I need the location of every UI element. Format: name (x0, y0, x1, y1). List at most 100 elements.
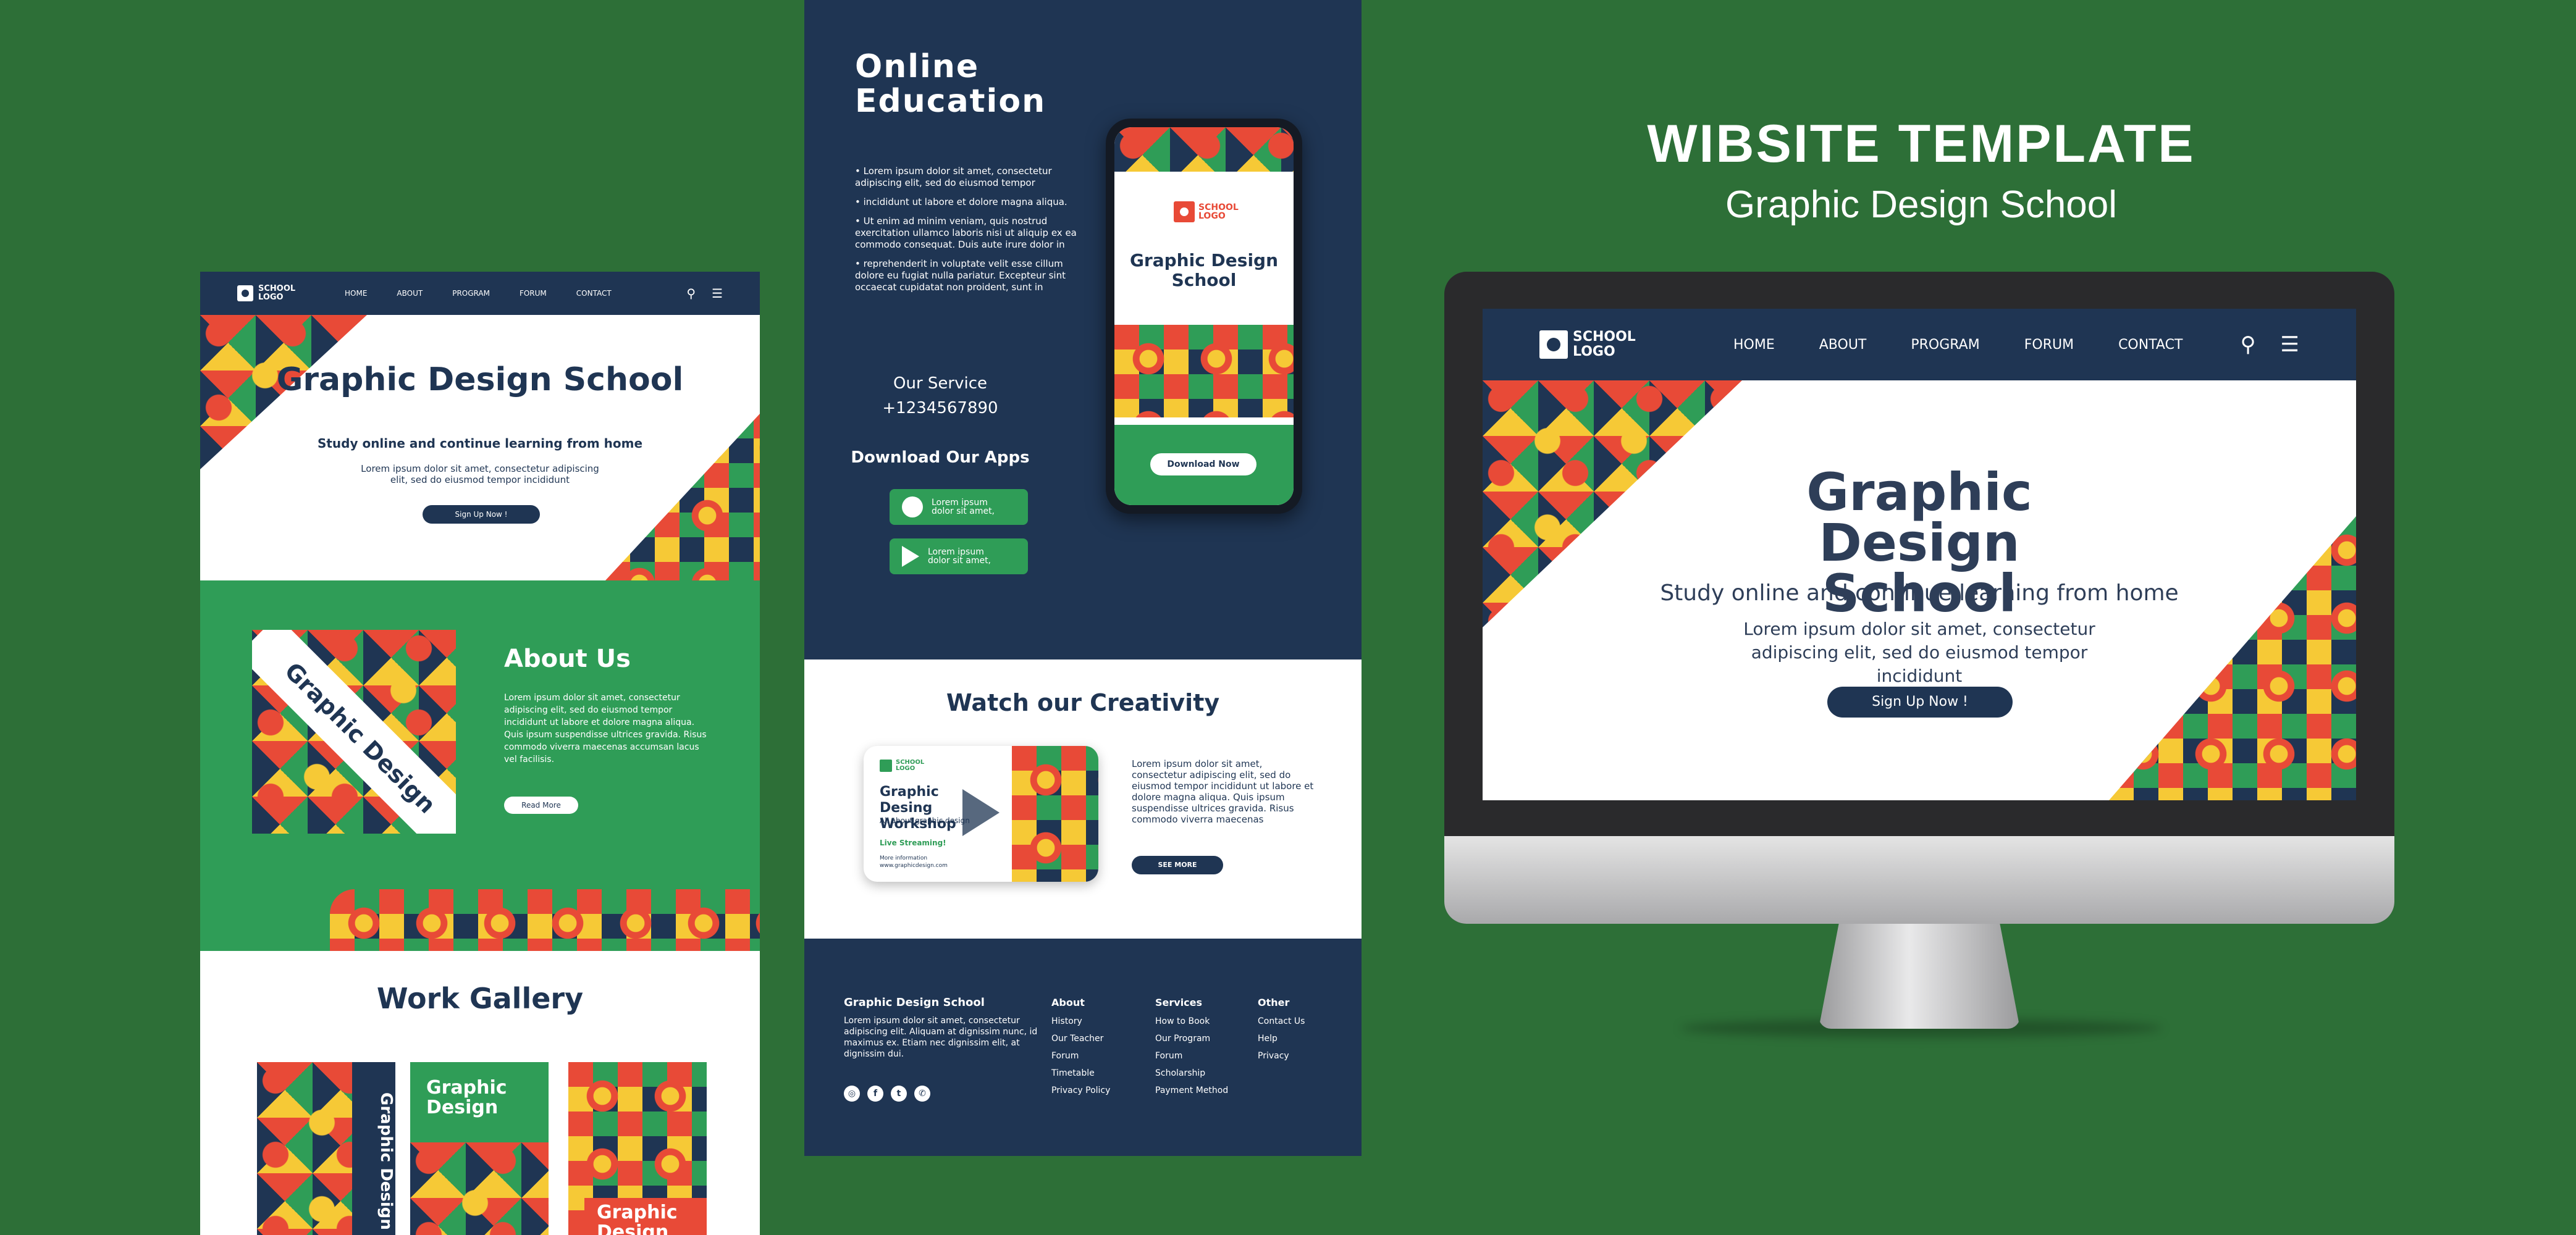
video-logo-text: SCHOOL LOGO (896, 759, 925, 772)
footer-brand-text: Lorem ipsum dolor sit amet, consectetur … (844, 1016, 1038, 1059)
footer-services-title: Services (1155, 997, 1203, 1008)
nav-home[interactable]: HOME (345, 289, 367, 298)
app-button-1-text: Lorem ipsum dolor sit amet, (932, 498, 995, 516)
logo-text: SCHOOL LOGO (258, 284, 296, 302)
gallery-title: Work Gallery (376, 982, 584, 1015)
phone-top-pattern (1114, 127, 1294, 172)
footer-services-column: Services How to Book Our Program Forum S… (1155, 995, 1228, 1099)
desktop-nav-home[interactable]: HOME (1733, 337, 1775, 353)
footer-link[interactable]: Privacy (1258, 1047, 1305, 1065)
gallery-card-2[interactable]: Graphic Design (410, 1062, 549, 1235)
footer: Graphic Design School Lorem ipsum dolor … (804, 939, 1362, 1156)
phone-logo-text: SCHOOL LOGO (1198, 203, 1239, 221)
gallery-card-1[interactable]: Graphic Design (257, 1062, 395, 1235)
online-bullets: • Lorem ipsum dolor sit amet, consectetu… (855, 165, 1079, 301)
social-icons: ◎ f t ✆ (844, 1086, 930, 1102)
desktop-nav-about[interactable]: ABOUT (1819, 337, 1867, 353)
footer-link[interactable]: Payment Method (1155, 1082, 1228, 1099)
download-apps-label: Download Our Apps (851, 448, 1030, 467)
search-icon[interactable]: ⚲ (2241, 332, 2256, 357)
template-heading: WIBSITE TEMPLATE (1647, 114, 2195, 174)
left-hero: Graphic Design School Study online and c… (200, 315, 760, 580)
footer-link[interactable]: Help (1258, 1030, 1305, 1047)
phone-logo: SCHOOL LOGO (1174, 201, 1239, 222)
bullet-1: • Lorem ipsum dolor sit amet, consectetu… (855, 165, 1052, 188)
instagram-icon[interactable]: ◎ (844, 1086, 860, 1102)
footer-other-column: Other Contact Us Help Privacy (1258, 995, 1305, 1065)
desktop-school-logo[interactable]: SCHOOL LOGO (1539, 330, 1641, 359)
desktop-hero-lorem: Lorem ipsum dolor sit amet, consectetur … (1743, 619, 2095, 686)
download-now-button[interactable]: Download Now (1150, 453, 1256, 475)
desktop-monitor: SCHOOL LOGO HOME ABOUT PROGRAM FORUM CON… (1444, 272, 2394, 924)
footer-about-column: About History Our Teacher Forum Timetabl… (1051, 995, 1110, 1099)
desktop-nav-icons: ⚲ ☰ (2241, 332, 2299, 357)
desktop-nav-forum[interactable]: FORUM (2024, 337, 2074, 353)
footer-link[interactable]: Forum (1155, 1047, 1228, 1065)
bullet-3: • Ut enim ad minim veniam, quis nostrud … (855, 216, 1077, 250)
hero-lorem: Lorem ipsum dolor sit amet, consectetur … (361, 463, 599, 485)
nav-program[interactable]: PROGRAM (452, 289, 490, 298)
gallery-card-3[interactable]: Graphic Design (568, 1062, 707, 1235)
apple-store-icon (902, 496, 923, 517)
desktop-nav-contact[interactable]: CONTACT (2118, 337, 2182, 353)
monitor-chin (1444, 836, 2394, 924)
footer-link[interactable]: Our Program (1155, 1030, 1228, 1047)
twitter-icon[interactable]: t (891, 1086, 907, 1102)
phone-title: Graphic Design School (1129, 250, 1279, 290)
left-nav-icons: ⚲ ☰ (686, 286, 723, 301)
desktop-sign-up-button[interactable]: Sign Up Now ! (1827, 687, 2013, 718)
gallery-card-2-pattern (410, 1142, 549, 1235)
app-store-button[interactable]: Lorem ipsum dolor sit amet, (890, 489, 1028, 525)
footer-link[interactable]: Forum (1051, 1047, 1110, 1065)
read-more-button[interactable]: Read More (504, 797, 578, 814)
hamburger-menu-icon[interactable]: ☰ (2281, 332, 2299, 357)
about-text: Lorem ipsum dolor sit amet, consectetur … (504, 693, 707, 764)
online-education-title: Online Education (855, 48, 1046, 120)
footer-link[interactable]: Timetable (1051, 1065, 1110, 1082)
gallery-card-1-label: Graphic Design (352, 1062, 395, 1235)
school-logo[interactable]: SCHOOL LOGO (237, 285, 301, 302)
footer-about-title: About (1051, 997, 1085, 1008)
left-navbar: SCHOOL LOGO HOME ABOUT PROGRAM FORUM CON… (200, 272, 760, 315)
footer-link[interactable]: Our Teacher (1051, 1030, 1110, 1047)
about-title: About Us (504, 645, 631, 673)
see-more-button[interactable]: SEE MORE (1132, 856, 1223, 874)
hamburger-menu-icon[interactable]: ☰ (712, 286, 723, 301)
creativity-title: Watch our Creativity (946, 689, 1220, 716)
facebook-icon[interactable]: f (867, 1086, 883, 1102)
whatsapp-icon[interactable]: ✆ (914, 1086, 930, 1102)
footer-link[interactable]: How to Book (1155, 1013, 1228, 1030)
desktop-navbar: SCHOOL LOGO HOME ABOUT PROGRAM FORUM CON… (1483, 309, 2356, 380)
service-label: Our Service (893, 374, 987, 393)
footer-link[interactable]: History (1051, 1013, 1110, 1030)
footer-link[interactable]: Contact Us (1258, 1013, 1305, 1030)
online-education-title-text: Online Education (855, 48, 1046, 120)
nav-about[interactable]: ABOUT (397, 289, 423, 298)
service-phone[interactable]: +1234567890 (829, 399, 1051, 417)
monitor-screen: SCHOOL LOGO HOME ABOUT PROGRAM FORUM CON… (1483, 309, 2356, 800)
about-pattern-strip (330, 889, 760, 951)
nav-forum[interactable]: FORUM (520, 289, 547, 298)
desktop-nav-menu: HOME ABOUT PROGRAM FORUM CONTACT (1733, 337, 2182, 353)
desktop-nav-program[interactable]: PROGRAM (1911, 337, 1979, 353)
gallery-section: Work Gallery Graphic Design Graphic Desi… (200, 951, 760, 1235)
video-logo-icon (880, 760, 892, 772)
phone-pattern (1114, 325, 1294, 417)
app-button-2-text: Lorem ipsum dolor sit amet, (928, 547, 991, 566)
search-icon[interactable]: ⚲ (686, 286, 696, 301)
gallery-card-2-label: Graphic Design (426, 1077, 507, 1118)
video-card-pattern (1012, 746, 1098, 882)
play-icon[interactable] (962, 789, 1000, 836)
nav-contact[interactable]: CONTACT (576, 289, 612, 298)
video-subtitle: All about graphic design (880, 816, 970, 825)
left-nav-menu: HOME ABOUT PROGRAM FORUM CONTACT (345, 289, 612, 298)
footer-link[interactable]: Privacy Policy (1051, 1082, 1110, 1099)
footer-link[interactable]: Scholarship (1155, 1065, 1228, 1082)
footer-other-title: Other (1258, 997, 1290, 1008)
monitor-stand (1819, 924, 2020, 1029)
play-store-button[interactable]: Lorem ipsum dolor sit amet, (890, 538, 1028, 574)
sign-up-button[interactable]: Sign Up Now ! (423, 505, 540, 524)
video-card[interactable]: SCHOOL LOGO Graphic Desing Workshop All … (864, 746, 1098, 882)
about-image: Graphic Design (252, 630, 456, 834)
creativity-section: Watch our Creativity SCHOOL LOGO Graphic… (804, 659, 1362, 939)
